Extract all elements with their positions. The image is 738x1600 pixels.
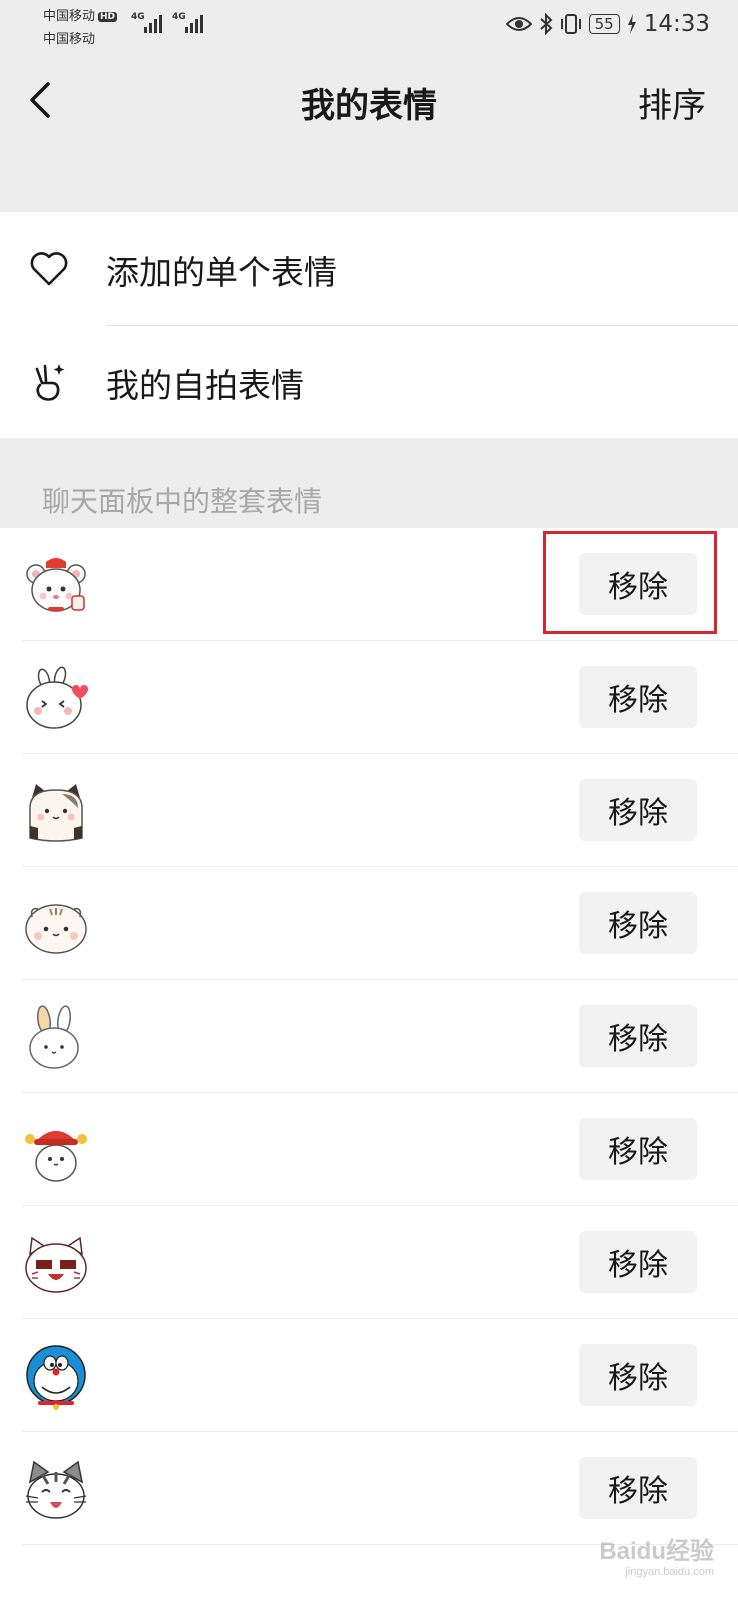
remove-button[interactable]: 移除 <box>579 1118 697 1180</box>
rabbit-sticker-icon <box>29 1005 79 1069</box>
watermark-brand: Baidu经验 <box>599 1538 714 1565</box>
signal-icon <box>144 15 162 33</box>
hamster-sticker-icon <box>25 904 87 954</box>
menu-item-selfie-stickers[interactable]: 我的自拍表情 <box>0 325 738 438</box>
heart-icon <box>30 252 68 286</box>
status-bar: 中国移动 HD 中国移动 4G 4G 55 14:33 <box>0 0 738 50</box>
selfie-hand-icon <box>35 364 65 401</box>
kitten-sticker-icon <box>25 1460 87 1519</box>
remove-button[interactable]: 移除 <box>579 1457 697 1519</box>
laughing-cat-sticker-icon <box>25 1236 87 1293</box>
divider <box>106 325 738 326</box>
carrier-1-name: 中国移动 <box>43 9 96 24</box>
nav-bar: 我的表情 排序 <box>0 50 738 150</box>
remove-button[interactable]: 移除 <box>579 1344 697 1406</box>
remove-button[interactable]: 移除 <box>579 892 697 954</box>
hd-badge: HD <box>98 12 118 22</box>
remove-button[interactable]: 移除 <box>579 1005 697 1067</box>
watermark-url: jingyan.baidu.com <box>625 1566 714 1578</box>
sticker-row: 移除 <box>0 1206 738 1319</box>
page-title: 我的表情 <box>301 86 437 126</box>
fortune-hat-sticker-icon <box>25 1131 87 1182</box>
sticker-row: 移除 <box>0 1319 738 1432</box>
highlight-box <box>543 531 717 634</box>
remove-button[interactable]: 移除 <box>579 1231 697 1293</box>
clock: 14:33 <box>643 11 710 37</box>
sticker-row: 移除 <box>0 867 738 980</box>
sticker-row: 移除 <box>0 1432 738 1545</box>
carrier-2: 中国移动 <box>43 32 96 47</box>
sort-button[interactable]: 排序 <box>638 78 706 127</box>
bluetooth-icon <box>539 13 553 35</box>
bear-sticker-icon <box>26 558 86 612</box>
vibrate-icon <box>560 14 581 34</box>
sticker-row: 移除 <box>0 641 738 754</box>
battery-indicator: 55 <box>588 14 620 34</box>
panda-cat-sticker-icon <box>29 784 83 842</box>
menu-item-single-stickers[interactable]: 添加的单个表情 <box>0 212 738 325</box>
section-title: 聊天面板中的整套表情 <box>42 485 323 518</box>
doraemon-sticker-icon <box>26 1345 86 1410</box>
charging-icon <box>627 14 636 34</box>
status-icons: 55 14:33 <box>505 10 710 38</box>
eye-icon <box>505 17 532 31</box>
menu-item-label: 添加的单个表情 <box>106 253 337 292</box>
sticker-row: 移除 <box>0 980 738 1093</box>
menu-item-label: 我的自拍表情 <box>106 366 304 405</box>
sticker-row: 移除 <box>0 754 738 867</box>
baidu-watermark: Baidu经验 jingyan.baidu.com <box>599 1531 714 1578</box>
remove-button[interactable]: 移除 <box>579 779 697 841</box>
signal-icon-2 <box>185 15 203 33</box>
sticker-list: 移除 移除 移除 移除 移除 移除 移除 移除 移除 <box>0 528 738 1600</box>
sticker-row: 移除 <box>0 1093 738 1206</box>
remove-button[interactable]: 移除 <box>579 666 697 728</box>
bunny-heart-sticker-icon <box>26 666 88 729</box>
carrier-1: 中国移动 HD <box>43 5 118 24</box>
